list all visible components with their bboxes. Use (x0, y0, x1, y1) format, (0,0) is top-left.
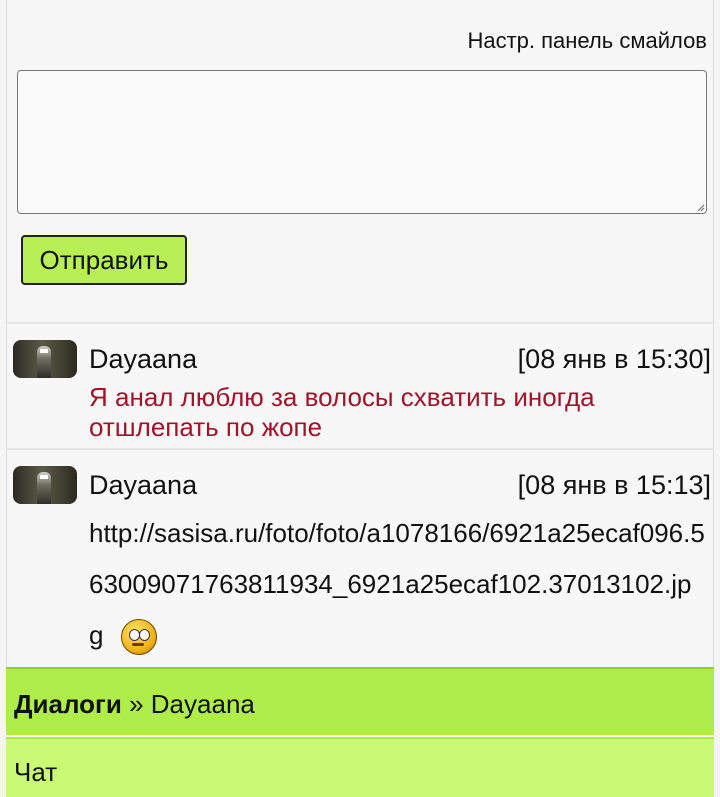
message-input[interactable] (17, 70, 707, 214)
compose-panel: Настр. панель смайлов Отправить (6, 6, 714, 322)
avatar[interactable] (13, 466, 77, 504)
message-author[interactable]: Dayaana (89, 344, 197, 375)
breadcrumb: Диалоги » Dayaana (6, 667, 714, 735)
smiley-panel-settings-link[interactable]: Настр. панель смайлов (467, 28, 707, 54)
breadcrumb-current: Dayaana (150, 689, 255, 719)
breadcrumb-separator: » (129, 689, 144, 719)
resize-grip-icon[interactable] (697, 204, 705, 212)
avatar[interactable] (13, 340, 77, 378)
chat-link[interactable]: Чат (14, 757, 57, 788)
rolling-eyes-emoji-icon (121, 619, 158, 656)
message-item: Dayaana [08 янв в 15:30] Я анал люблю за… (6, 324, 714, 448)
message-link[interactable]: http://sasisa.ru/foto/foto/a1078166/6921… (89, 518, 705, 650)
breadcrumb-dialogs-link[interactable]: Диалоги (14, 689, 122, 719)
message-timestamp: [08 янв в 15:13] (517, 470, 711, 500)
message-text: Я анал люблю за волосы схватить иногда о… (89, 382, 595, 442)
message-timestamp: [08 янв в 15:30] (517, 344, 711, 374)
message-author[interactable]: Dayaana (89, 470, 197, 501)
chat-nav: Чат (6, 737, 714, 797)
send-button[interactable]: Отправить (21, 235, 187, 285)
message-text: http://sasisa.ru/foto/foto/a1078166/6921… (89, 508, 705, 661)
message-item: Dayaana [08 янв в 15:13] http://sasisa.r… (6, 450, 714, 667)
